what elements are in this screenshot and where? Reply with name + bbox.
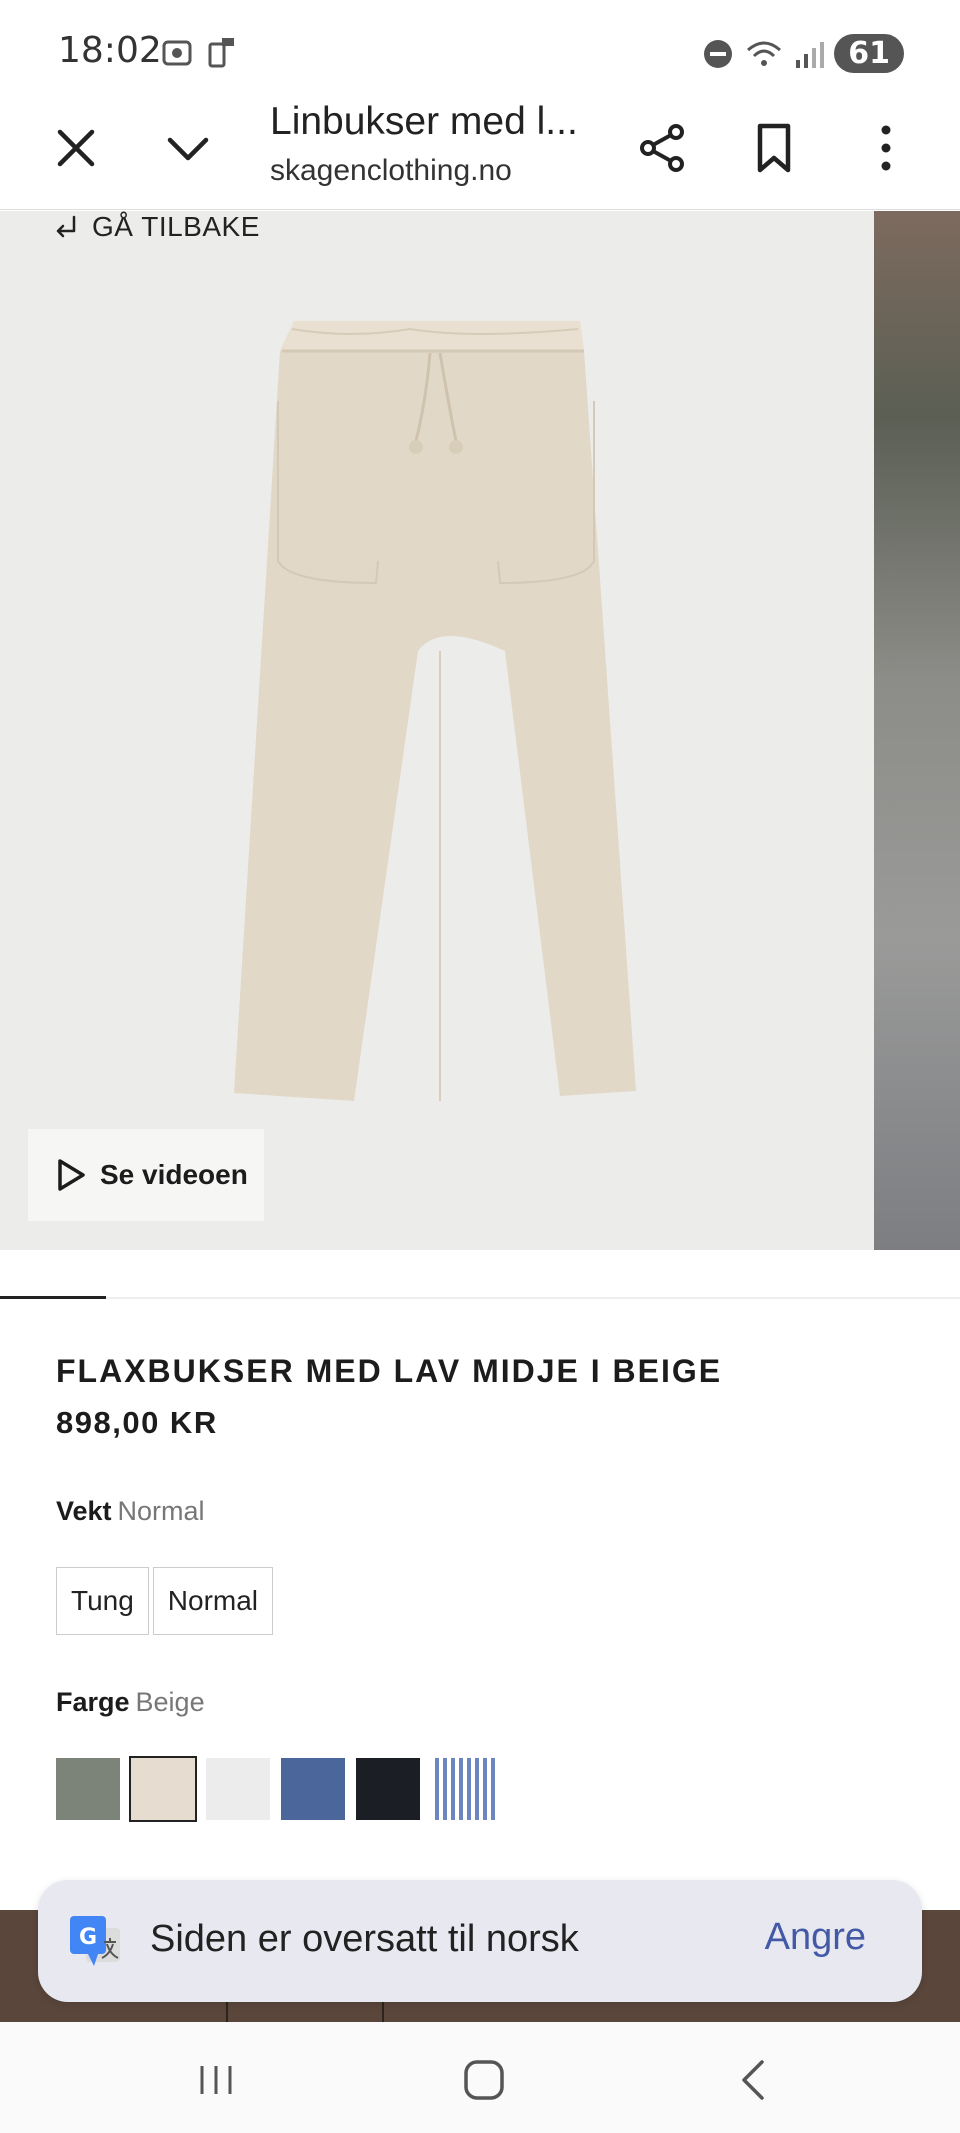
custom-tab-toolbar: Linbukser med l... skagenclothing.no — [0, 100, 960, 210]
battery-indicator: 61 — [834, 34, 904, 73]
color-swatch-black[interactable] — [356, 1758, 420, 1820]
color-swatch-white[interactable] — [206, 1758, 270, 1820]
status-bar: 18:02 61 — [0, 0, 960, 100]
bookmark-icon[interactable] — [746, 120, 802, 176]
google-translate-icon: G — [70, 1916, 120, 1966]
color-label-text: Farge — [56, 1687, 130, 1717]
close-icon[interactable] — [48, 120, 104, 176]
gallery-progress-indicator — [0, 1296, 106, 1299]
recent-apps-icon[interactable] — [196, 2060, 236, 2100]
product-image-main[interactable]: GÅ TILBAKE Se videoen — [0, 211, 874, 1250]
product-price: 898,00 KR — [56, 1405, 218, 1440]
share-icon[interactable] — [634, 120, 690, 176]
translate-message: Siden er oversatt til norsk — [150, 1918, 579, 1960]
color-label: Farge Beige — [56, 1687, 205, 1718]
undo-translate-button[interactable]: Angre — [765, 1916, 866, 1959]
dnd-icon — [704, 39, 733, 68]
color-selected-value: Beige — [135, 1687, 205, 1717]
return-arrow-icon — [56, 215, 76, 238]
wifi-icon — [747, 41, 782, 66]
page-url: skagenclothing.no — [270, 154, 512, 187]
play-video-label: Se videoen — [100, 1159, 248, 1190]
color-swatch-blue[interactable] — [281, 1758, 345, 1820]
color-swatch-beige[interactable] — [129, 1756, 197, 1822]
back-icon[interactable] — [734, 2056, 774, 2104]
weight-label-text: Vekt — [56, 1496, 112, 1526]
more-options-icon[interactable] — [858, 120, 914, 176]
weight-option-normal[interactable]: Normal — [152, 1567, 274, 1635]
product-image-gallery[interactable]: GÅ TILBAKE Se videoen — [0, 211, 960, 1250]
product-image-next[interactable] — [874, 211, 960, 1250]
status-time: 18:02 — [58, 30, 162, 71]
screenshot-icon — [162, 40, 192, 66]
system-nav-bar — [0, 2022, 960, 2133]
play-video-button[interactable]: Se videoen — [28, 1129, 264, 1221]
weight-options: Tung Normal — [56, 1567, 274, 1635]
system-icons: 61 — [702, 34, 904, 73]
chevron-down-icon[interactable] — [160, 120, 216, 176]
gallery-progress-track — [0, 1297, 960, 1299]
product-photo-pants — [234, 321, 636, 1101]
weight-selected-value: Normal — [117, 1496, 205, 1526]
translate-snackbar: G Siden er oversatt til norsk Angre — [38, 1880, 922, 2002]
sim-icon — [208, 38, 234, 68]
color-swatches — [56, 1756, 495, 1822]
weight-label: Vekt Normal — [56, 1496, 205, 1527]
back-link[interactable]: GÅ TILBAKE — [52, 211, 260, 243]
notification-icons — [160, 36, 238, 70]
page-title: Linbukser med l... — [270, 100, 578, 143]
weight-option-tung[interactable]: Tung — [56, 1567, 149, 1635]
back-link-label: GÅ TILBAKE — [92, 211, 260, 242]
home-icon[interactable] — [462, 2058, 506, 2102]
product-title: FLAXBUKSER MED LAV MIDJE I BEIGE — [56, 1353, 723, 1389]
color-swatch-green[interactable] — [56, 1758, 120, 1820]
color-swatch-striped[interactable] — [431, 1758, 495, 1820]
signal-icon — [796, 41, 825, 68]
svg-text:G: G — [79, 1925, 97, 1950]
play-icon — [58, 1159, 85, 1191]
